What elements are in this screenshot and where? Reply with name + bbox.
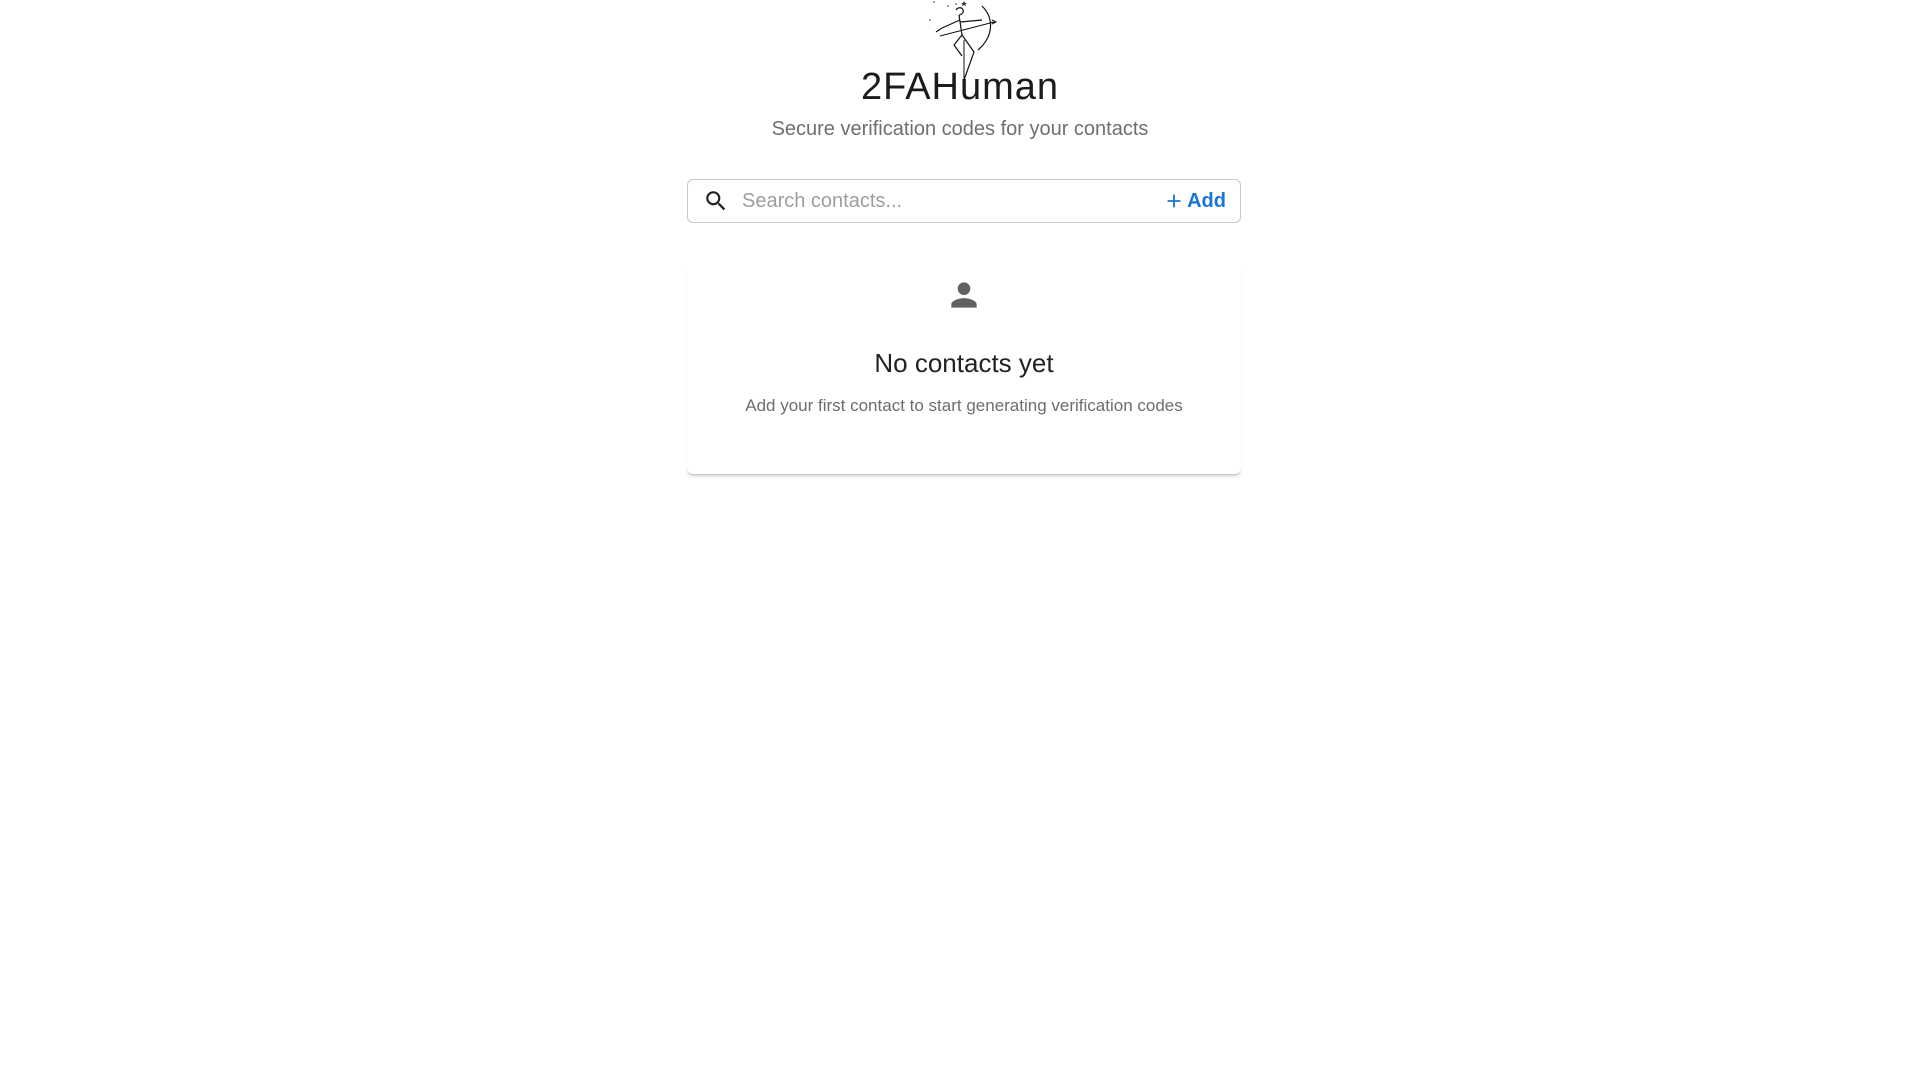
app-title: 2FAHuman	[860, 66, 1060, 108]
app-page: 2FAHuman Secure verification codes for y…	[0, 0, 1920, 1080]
add-contact-button[interactable]: Add	[1163, 190, 1226, 213]
search-input[interactable]	[740, 182, 1164, 220]
app-tagline: Secure verification codes for your conta…	[771, 118, 1149, 140]
plus-icon	[1167, 194, 1181, 208]
empty-state-description: Add your first contact to start generati…	[745, 396, 1183, 415]
add-button-label: Add	[1187, 189, 1226, 212]
search-bar: Add	[687, 179, 1241, 223]
empty-state-title: No contacts yet	[874, 348, 1054, 378]
person-icon	[951, 282, 977, 308]
empty-state-card: No contacts yet Add your first contact t…	[687, 268, 1241, 475]
search-icon	[702, 187, 730, 215]
